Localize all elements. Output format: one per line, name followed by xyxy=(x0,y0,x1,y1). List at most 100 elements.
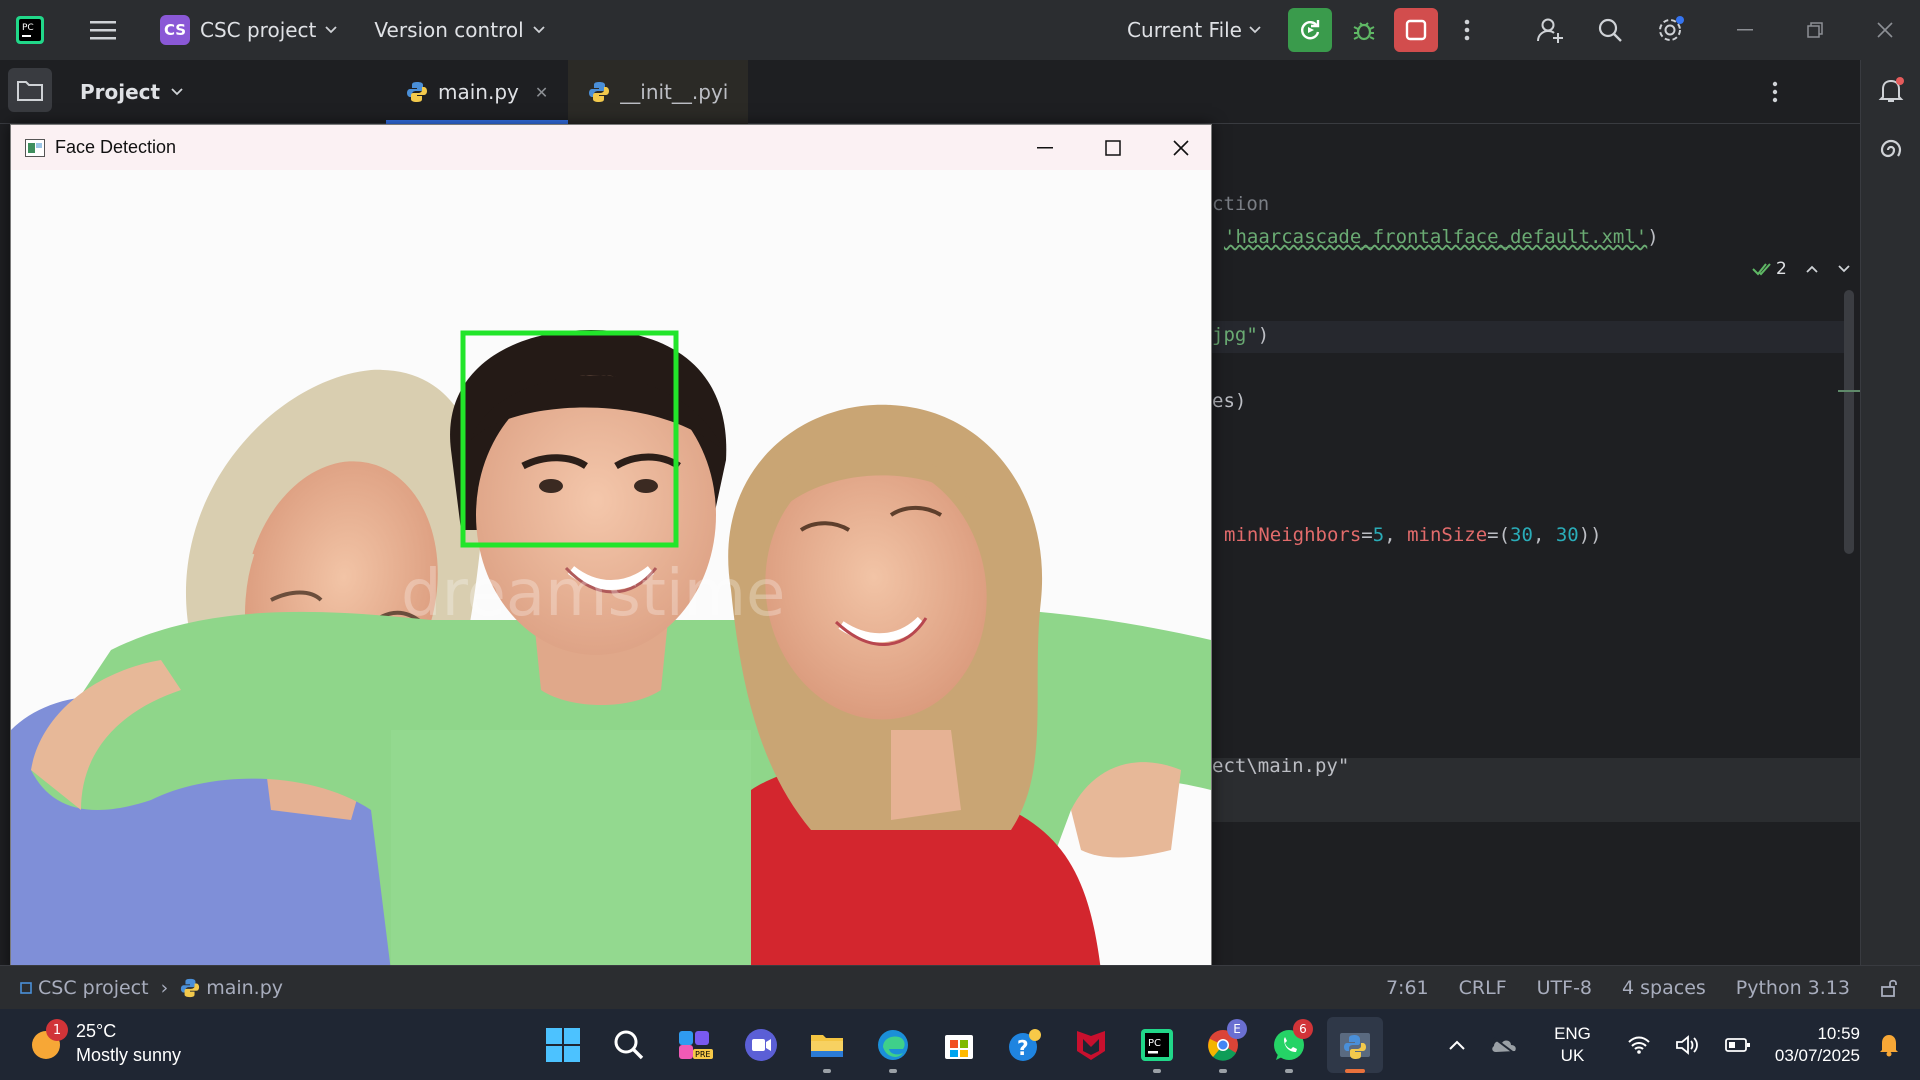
chrome-profile-badge: E xyxy=(1227,1019,1247,1039)
python-file-icon xyxy=(407,82,427,102)
code-fragment: es) xyxy=(1212,390,1247,412)
folder-icon xyxy=(17,81,43,101)
store-icon xyxy=(945,1035,973,1059)
edge-browser-button[interactable] xyxy=(865,1017,921,1073)
inspection-count: 2 xyxy=(1776,259,1787,279)
stop-icon xyxy=(1405,19,1427,41)
start-button[interactable] xyxy=(535,1017,591,1073)
weather-widget[interactable]: 1 25°C Mostly sunny xyxy=(28,1019,181,1067)
svg-text:PC: PC xyxy=(1148,1038,1161,1049)
face-window-close-button[interactable] xyxy=(1147,125,1215,170)
code-number: 30 xyxy=(1510,524,1533,546)
code-keyword-arg: minSize xyxy=(1407,524,1488,546)
sun-icon: 1 xyxy=(28,1019,68,1063)
input-language-indicator[interactable]: ENG UK xyxy=(1554,1023,1591,1067)
mcafee-button[interactable] xyxy=(1063,1017,1119,1073)
language-code: ENG xyxy=(1554,1023,1591,1043)
detection-image: dreamstime xyxy=(11,170,1211,971)
caret-position[interactable]: 7:61 xyxy=(1386,977,1429,999)
bug-icon xyxy=(1353,22,1375,41)
code-number: 5 xyxy=(1372,524,1385,546)
notification-bell-icon[interactable] xyxy=(1878,1033,1900,1057)
project-badge[interactable]: CS xyxy=(160,15,190,45)
code-line: minNeighbors=5, minSize=(30, 30)) xyxy=(1224,524,1602,546)
python-app-button[interactable] xyxy=(1327,1017,1383,1073)
close-tab-icon[interactable]: ✕ xyxy=(535,83,548,102)
onedrive-cloud-icon[interactable] xyxy=(1490,1036,1518,1054)
copilot-app-button[interactable]: PRE xyxy=(667,1017,723,1073)
main-menu-icon[interactable] xyxy=(88,15,118,45)
chrome-button[interactable]: E xyxy=(1195,1017,1251,1073)
check-double-icon xyxy=(1752,263,1771,276)
microsoft-store-button[interactable] xyxy=(931,1017,987,1073)
indent-setting[interactable]: 4 spaces xyxy=(1622,977,1706,999)
face-window-minimize-button[interactable] xyxy=(1011,125,1079,170)
project-toolwindow-title[interactable]: Project xyxy=(80,80,184,104)
search-icon[interactable] xyxy=(1590,10,1630,50)
opencv-window-icon xyxy=(25,138,45,157)
rerun-button[interactable] xyxy=(1288,8,1332,52)
face-window-maximize-button[interactable] xyxy=(1079,125,1147,170)
next-highlight-icon[interactable] xyxy=(1837,264,1851,274)
version-control-menu[interactable]: Version control xyxy=(374,18,523,42)
weather-desc: Mostly sunny xyxy=(76,1045,182,1065)
project-switcher[interactable]: CSC project xyxy=(200,18,316,42)
restore-button[interactable] xyxy=(1780,0,1850,60)
pycharm-icon: PC xyxy=(1141,1029,1173,1061)
debug-button[interactable] xyxy=(1344,10,1384,50)
code-line: jpg") xyxy=(1212,324,1269,346)
tab-init-pyi[interactable]: __init__.pyi xyxy=(568,60,749,124)
ai-assistant-spiral-icon[interactable] xyxy=(1875,134,1907,166)
title-bar: PC CS CSC project Version control Curren… xyxy=(0,0,1920,60)
status-bar: CSC project › main.py 7:61 CRLF UTF-8 4 … xyxy=(0,965,1920,1009)
line-separator[interactable]: CRLF xyxy=(1459,977,1507,999)
show-hidden-icons-chevron-icon[interactable] xyxy=(1448,1039,1466,1051)
settings-gear-icon[interactable] xyxy=(1650,10,1690,50)
pycharm-taskbar-button[interactable]: PC xyxy=(1129,1017,1185,1073)
tab-label: main.py xyxy=(438,80,519,104)
wifi-icon[interactable] xyxy=(1627,1035,1651,1055)
video-chat-icon xyxy=(745,1029,777,1061)
more-actions-icon[interactable] xyxy=(1452,10,1482,50)
python-interpreter[interactable]: Python 3.13 xyxy=(1736,977,1850,999)
search-icon xyxy=(614,1030,644,1060)
minimize-button[interactable] xyxy=(1710,0,1780,60)
watermark-text: dreamstime xyxy=(401,557,785,631)
tab-main-py[interactable]: main.py ✕ xyxy=(386,60,569,124)
whatsapp-button[interactable]: 6 xyxy=(1261,1017,1317,1073)
clock[interactable]: 10:59 03/07/2025 xyxy=(1775,1023,1860,1067)
inspection-widget[interactable]: 2 xyxy=(1752,259,1851,279)
breadcrumb-project[interactable]: CSC project xyxy=(38,977,149,999)
volume-icon[interactable] xyxy=(1675,1034,1701,1056)
right-tool-strip xyxy=(1860,60,1920,965)
file-encoding[interactable]: UTF-8 xyxy=(1537,977,1592,999)
code-string: 'haarcascade_frontalface_default.xml' xyxy=(1224,226,1648,248)
run-panel-toolbar xyxy=(1210,822,1860,870)
run-config-selector[interactable]: Current File xyxy=(1127,18,1242,42)
tabs-more-icon[interactable] xyxy=(1760,74,1790,110)
taskbar-search-button[interactable] xyxy=(601,1017,657,1073)
stop-button[interactable] xyxy=(1394,8,1438,52)
previous-highlight-icon[interactable] xyxy=(1805,264,1819,274)
code-line: ction xyxy=(1212,193,1269,215)
scroll-marker xyxy=(1838,390,1860,392)
console-line: ect\main.py" xyxy=(1212,755,1349,777)
breadcrumb-file[interactable]: main.py xyxy=(206,977,283,999)
code-number: 30 xyxy=(1555,524,1579,546)
project-toolwindow-button[interactable] xyxy=(8,68,52,112)
breadcrumb: CSC project › main.py xyxy=(20,977,283,999)
close-window-button[interactable] xyxy=(1850,0,1920,60)
editor-scrollbar[interactable] xyxy=(1844,290,1854,554)
svg-text:?: ? xyxy=(1017,1036,1029,1060)
file-explorer-button[interactable] xyxy=(799,1017,855,1073)
notifications-bell-icon[interactable] xyxy=(1875,74,1907,106)
add-user-icon[interactable] xyxy=(1530,10,1570,50)
teams-meet-button[interactable] xyxy=(733,1017,789,1073)
get-help-button[interactable]: ? xyxy=(997,1017,1053,1073)
battery-icon[interactable] xyxy=(1725,1037,1751,1053)
pycharm-logo-icon[interactable]: PC xyxy=(16,16,44,44)
keyboard-layout: UK xyxy=(1560,1045,1585,1065)
face-window-titlebar[interactable]: Face Detection xyxy=(11,125,1211,170)
face-detection-window[interactable]: Face Detection dreamstime xyxy=(10,124,1212,972)
lock-icon[interactable] xyxy=(1880,978,1900,998)
